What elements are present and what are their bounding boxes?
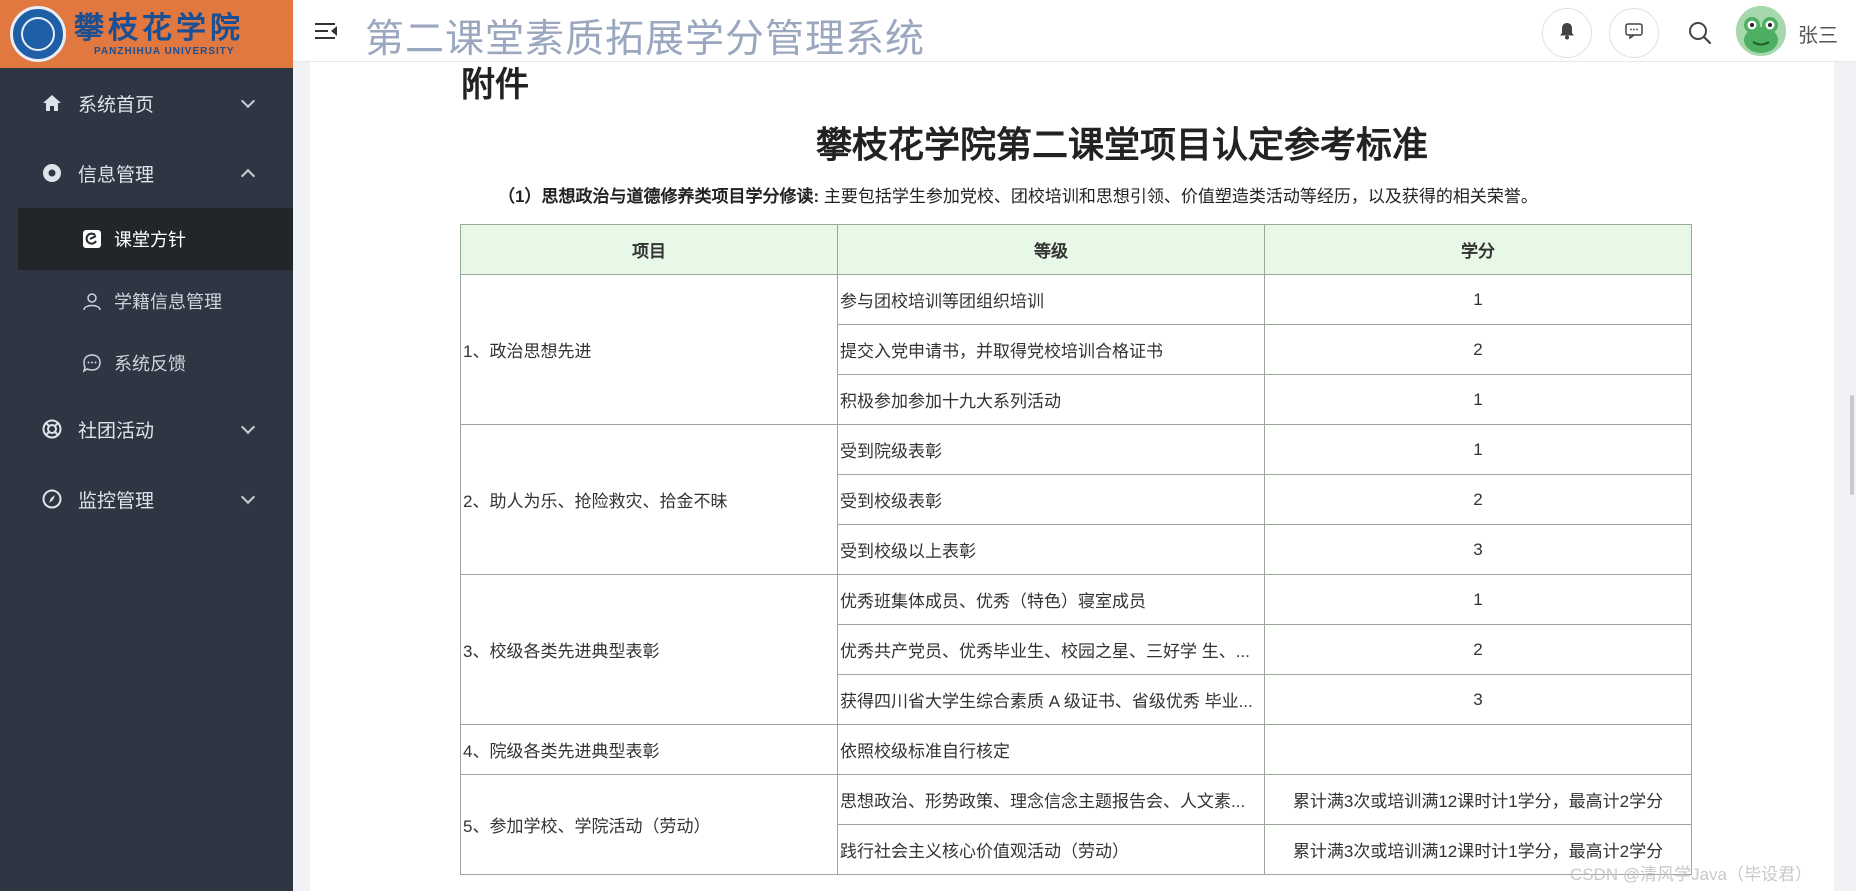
credit-cell: 1 bbox=[1264, 374, 1692, 425]
level-cell: 积极参加参加十九大系列活动 bbox=[837, 374, 1265, 425]
chevron-down-icon bbox=[240, 419, 256, 435]
edit-icon bbox=[82, 229, 102, 249]
section-description-text: 主要包括学生参加党校、团校培训和思想引领、价值塑造类活动等经历，以及获得的相关荣… bbox=[819, 187, 1538, 206]
project-cell: 1、政治思想先进 bbox=[460, 274, 838, 425]
credit-cell: 2 bbox=[1264, 624, 1692, 675]
credit-standard-table: 项目 等级 学分 1、政治思想先进 参与团校培训等团组织培训 1 提交入党申请书… bbox=[460, 224, 1692, 875]
section-description-bold: （1）思想政治与道德修养类项目学分修读: bbox=[498, 187, 820, 206]
level-cell: 优秀班集体成员、优秀（特色）寝室成员 bbox=[837, 574, 1265, 625]
notification-button[interactable] bbox=[1542, 8, 1592, 58]
level-cell: 提交入党申请书，并取得党校培训合格证书 bbox=[837, 324, 1265, 375]
document-title: 攀枝花学院第二课堂项目认定参考标准 bbox=[815, 124, 1428, 165]
sidebar-item-label: 监控管理 bbox=[78, 490, 155, 512]
user-name[interactable]: 张三 bbox=[1798, 19, 1838, 48]
column-header-project: 项目 bbox=[460, 224, 838, 275]
home-icon bbox=[42, 93, 62, 113]
lifebuoy-icon bbox=[42, 419, 62, 439]
level-cell: 参与团校培训等团组织培训 bbox=[837, 274, 1265, 325]
column-header-level: 等级 bbox=[837, 224, 1265, 275]
table-row: 1、政治思想先进 参与团校培训等团组织培训 1 bbox=[460, 274, 1692, 425]
section-description: （1）思想政治与道德修养类项目学分修读: 主要包括学生参加党校、团校培训和思想引… bbox=[498, 182, 1538, 207]
sidebar-item-label: 社团活动 bbox=[78, 420, 155, 442]
level-cell: 受到校级表彰 bbox=[837, 474, 1265, 525]
level-cell: 依照校级标准自行核定 bbox=[837, 724, 1265, 775]
sidebar-item-home[interactable]: 系统首页 bbox=[0, 68, 293, 138]
university-emblem-icon bbox=[10, 6, 66, 62]
level-cell: 优秀共产党员、优秀毕业生、校园之星、三好学 生、... bbox=[837, 624, 1265, 675]
sidebar-subitem-label: 课堂方针 bbox=[114, 230, 186, 250]
table-row: 3、校级各类先进典型表彰 优秀班集体成员、优秀（特色）寝室成员 1 bbox=[460, 574, 1692, 725]
sidebar-toggle-icon[interactable] bbox=[315, 21, 337, 41]
avatar[interactable] bbox=[1736, 6, 1786, 56]
level-cell: 思想政治、形势政策、理念信念主题报告会、人文素... bbox=[837, 774, 1265, 825]
credit-cell: 累计满3次或培训满12课时计1学分，最高计2学分 bbox=[1264, 774, 1692, 825]
credit-cell: 2 bbox=[1264, 474, 1692, 525]
column-header-credit: 学分 bbox=[1264, 224, 1692, 275]
sidebar-subitem-student-records[interactable]: 学籍信息管理 bbox=[0, 270, 293, 332]
sidebar: 攀枝花学院 PANZHIHUA UNIVERSITY 系统首页 信息管理 课堂方… bbox=[0, 0, 293, 891]
search-icon[interactable] bbox=[1687, 20, 1713, 46]
sidebar-item-label: 系统首页 bbox=[78, 94, 155, 116]
credit-cell: 1 bbox=[1264, 424, 1692, 475]
sidebar-subitem-class-policy[interactable]: 课堂方针 bbox=[18, 208, 293, 270]
top-header: 第二课堂素质拓展学分管理系统 张三 bbox=[293, 0, 1856, 62]
watermark: CSDN @清风学Java（毕设君） bbox=[1569, 865, 1812, 884]
project-cell: 5、参加学校、学院活动（劳动） bbox=[460, 774, 838, 875]
sidebar-menu: 系统首页 信息管理 课堂方针 学籍信息管理 系统反馈 社团活动 监控管理 bbox=[0, 68, 293, 534]
bell-icon bbox=[1559, 22, 1575, 45]
user-icon bbox=[82, 291, 102, 311]
table-header-row: 项目 等级 学分 bbox=[460, 224, 1692, 275]
project-cell: 4、院级各类先进典型表彰 bbox=[460, 724, 838, 775]
main-content: 附件 攀枝花学院第二课堂项目认定参考标准 （1）思想政治与道德修养类项目学分修读… bbox=[310, 62, 1834, 891]
logo[interactable]: 攀枝花学院 PANZHIHUA UNIVERSITY bbox=[0, 0, 293, 68]
credit-cell: 1 bbox=[1264, 274, 1692, 325]
message-button[interactable] bbox=[1609, 8, 1659, 58]
table-row: 5、参加学校、学院活动（劳动） 思想政治、形势政策、理念信念主题报告会、人文素.… bbox=[460, 774, 1692, 875]
credit-cell bbox=[1264, 724, 1692, 775]
page-scrollbar[interactable] bbox=[1850, 395, 1854, 495]
level-cell: 受到校级以上表彰 bbox=[837, 524, 1265, 575]
info-icon bbox=[42, 163, 62, 183]
sidebar-item-label: 信息管理 bbox=[78, 164, 155, 186]
level-cell: 践行社会主义核心价值观活动（劳动） bbox=[837, 824, 1265, 875]
message-icon bbox=[1625, 22, 1643, 44]
table-row: 4、院级各类先进典型表彰 依照校级标准自行核定 bbox=[460, 724, 1692, 775]
credit-cell: 3 bbox=[1264, 524, 1692, 575]
sidebar-subitem-feedback[interactable]: 系统反馈 bbox=[0, 332, 293, 394]
system-title: 第二课堂素质拓展学分管理系统 bbox=[365, 18, 926, 61]
chevron-down-icon bbox=[240, 489, 256, 505]
sidebar-item-monitoring[interactable]: 监控管理 bbox=[0, 464, 293, 534]
sidebar-item-info-management[interactable]: 信息管理 bbox=[0, 138, 293, 208]
credit-cell: 1 bbox=[1264, 574, 1692, 625]
level-cell: 获得四川省大学生综合素质 A 级证书、省级优秀 毕业... bbox=[837, 674, 1265, 725]
chat-icon bbox=[82, 353, 102, 373]
level-cell: 受到院级表彰 bbox=[837, 424, 1265, 475]
chevron-up-icon bbox=[240, 168, 256, 184]
table-row: 2、助人为乐、抢险救灾、拾金不昧 受到院级表彰 1 bbox=[460, 424, 1692, 575]
project-cell: 2、助人为乐、抢险救灾、拾金不昧 bbox=[460, 424, 838, 575]
logo-en-text: PANZHIHUA UNIVERSITY bbox=[94, 45, 235, 57]
sidebar-subitem-label: 系统反馈 bbox=[114, 354, 186, 374]
sidebar-item-club-activities[interactable]: 社团活动 bbox=[0, 394, 293, 464]
chevron-down-icon bbox=[240, 93, 256, 109]
credit-cell: 3 bbox=[1264, 674, 1692, 725]
sidebar-subitem-label: 学籍信息管理 bbox=[114, 292, 222, 312]
project-cell: 3、校级各类先进典型表彰 bbox=[460, 574, 838, 725]
logo-cn-text: 攀枝花学院 bbox=[74, 10, 244, 46]
credit-cell: 2 bbox=[1264, 324, 1692, 375]
attachment-heading: 附件 bbox=[461, 66, 529, 104]
compass-icon bbox=[42, 489, 62, 509]
